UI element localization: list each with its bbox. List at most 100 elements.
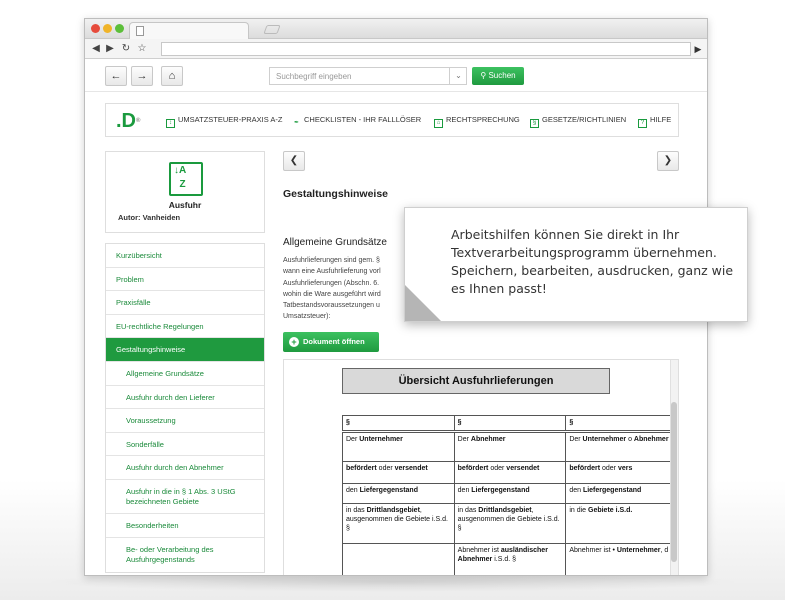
sidebar-item-eu-regelungen[interactable]: EU-rechtliche Regelungen	[106, 315, 264, 339]
preview-title: Übersicht Ausfuhrlieferungen	[342, 368, 610, 394]
sidebar-item-allgemeine-grundsaetze[interactable]: Allgemeine Grundsätze	[106, 362, 264, 386]
table-cell: Der Abnehmer	[453, 431, 567, 462]
body-line: wohin die Ware ausgeführt wird	[283, 290, 381, 298]
search-dropdown-button[interactable]: ⌄	[449, 67, 467, 85]
document-title: Ausfuhr	[168, 200, 202, 210]
sidebar-item-problem[interactable]: Problem	[106, 268, 264, 292]
sidebar-item-besonderheiten[interactable]: Besonderheiten	[106, 514, 264, 538]
page-icon	[136, 26, 144, 36]
menu-label: CHECKLISTEN - IHR FALLLÖSER	[304, 115, 422, 124]
table-row: § § §	[342, 415, 678, 433]
table-cell: Abnehmer ist • Unternehmer, d	[565, 543, 678, 575]
sidebar-item-voraussetzung[interactable]: Voraussetzung	[106, 409, 264, 433]
address-bar: ◀ ▶ ↻ ☆ ▶	[85, 39, 707, 59]
previous-page-button[interactable]: ❮	[283, 151, 305, 171]
search-input[interactable]: Suchbegriff eingeben	[269, 67, 467, 85]
brand-logo[interactable]: .D®	[116, 110, 152, 132]
info-callout: Arbeitshilfen können Sie direkt in Ihr T…	[404, 207, 748, 322]
sidebar-item-kurzuebersicht[interactable]: Kurzübersicht	[106, 244, 264, 268]
sidebar-item-ausfuhr-abnehmer[interactable]: Ausfuhr durch den Abnehmer	[106, 456, 264, 480]
table-cell: den Liefergegenstand	[565, 483, 678, 504]
body-line: Ausfuhrlieferungen sind gem. §	[283, 257, 380, 264]
sidebar-nav: Kurzübersicht Problem Praxisfälle EU-rec…	[105, 243, 265, 573]
open-document-button[interactable]: + Dokument öffnen	[283, 332, 379, 352]
document-author: Autor: Vanheiden	[118, 213, 181, 222]
table-cell: Der Unternehmer o Abnehmer	[565, 431, 678, 462]
body-line: Tatbestandsvoraussetzungen u	[283, 302, 380, 310]
preview-scrollbar[interactable]	[670, 360, 678, 575]
az-document-icon: ↓A Z	[169, 162, 203, 196]
body-line: Ausfuhrlieferungen (Abschn. 6.	[283, 279, 380, 287]
table-row: Abnehmer ist ausländischer Abnehmer i.S.…	[342, 543, 678, 575]
menu-label: RECHTSPRECHUNG	[446, 115, 520, 124]
table-cell: Der Unternehmer	[342, 431, 455, 462]
next-page-button[interactable]: ❯	[657, 151, 679, 171]
body-line: Umsatzsteuer):	[283, 313, 331, 321]
table-cell: §	[453, 415, 567, 433]
app-toolbar: ← → ⌂ Suchbegriff eingeben ⌄ ⚲ Suchen	[105, 66, 687, 90]
body-text: Ausfuhrlieferungen sind gem. § wann eine…	[283, 255, 413, 323]
arrow-right-icon: →	[136, 70, 148, 82]
search-button[interactable]: ⚲ Suchen	[472, 67, 524, 85]
menu-item-hilfe[interactable]: ? HILFE	[638, 115, 671, 128]
new-tab-icon[interactable]	[263, 25, 281, 34]
forward-button[interactable]: →	[131, 66, 153, 86]
table-cell: den Liefergegenstand	[342, 483, 455, 504]
search-button-label: Suchen	[488, 71, 516, 80]
overview-table: § § § Der Unternehmer Der Abnehmer Der Untern…	[342, 415, 678, 575]
sidebar-item-gestaltungshinweise[interactable]: Gestaltungshinweise	[106, 338, 264, 362]
sidebar-item-be-verarbeitung[interactable]: Be- oder Verarbeitung des Ausfuhrgegenst…	[106, 538, 264, 572]
menu-item-gesetze[interactable]: § GESETZE/RICHTLINIEN	[530, 115, 626, 128]
table-row: in das Drittlandsgebiet, ausgenommen die…	[342, 503, 678, 544]
document-preview[interactable]: Übersicht Ausfuhrlieferungen § § § Der Unte…	[283, 359, 679, 575]
table-cell: befördert oder vers	[565, 461, 678, 484]
sidebar-item-ausfuhr-lieferer[interactable]: Ausfuhr durch den Lieferer	[106, 386, 264, 410]
menu-item-checklisten[interactable]: ✒ CHECKLISTEN - IHR FALLLÖSER	[292, 115, 421, 129]
section-heading: Allgemeine Grundsätze	[283, 237, 387, 248]
table-cell: §	[565, 415, 678, 433]
browser-tab[interactable]	[129, 22, 249, 39]
browser-forward-icon[interactable]: ▶	[103, 42, 117, 56]
chevron-left-icon: ❮	[289, 155, 299, 166]
table-cell: Abnehmer ist ausländischer Abnehmer i.S.…	[453, 543, 567, 575]
paragraph-icon: §	[530, 119, 539, 128]
arrow-left-icon: ←	[110, 70, 122, 82]
bookmark-star-icon[interactable]: ☆	[135, 42, 149, 56]
menu-label: HILFE	[650, 115, 672, 124]
table-cell: befördert oder versendet	[342, 461, 455, 484]
table-cell: §	[342, 415, 455, 433]
sidebar-item-praxisfaelle[interactable]: Praxisfälle	[106, 291, 264, 315]
url-input[interactable]	[161, 42, 691, 56]
callout-fold	[405, 285, 441, 321]
browser-back-icon[interactable]: ◀	[89, 42, 103, 56]
plus-circle-icon: +	[289, 337, 299, 347]
sidebar-item-sonderfaelle[interactable]: Sonderfälle	[106, 433, 264, 457]
menu-item-umsatzsteuer[interactable]: ↕ UMSATZSTEUER-PRAXIS A-Z	[166, 115, 282, 128]
close-window-icon[interactable]	[91, 24, 100, 33]
sidebar-item-ausfuhr-gebiete[interactable]: Ausfuhr in die in § 1 Abs. 3 UStG bezeic…	[106, 480, 264, 514]
go-icon[interactable]: ▶	[692, 42, 704, 56]
reload-icon[interactable]: ↻	[119, 42, 133, 56]
table-cell: in das Drittlandsgebiet, ausgenommen die…	[342, 503, 455, 544]
az-icon: ↕	[166, 119, 175, 128]
menu-label: GESETZE/RICHTLINIEN	[542, 115, 627, 124]
document-card: ↓A Z Ausfuhr Autor: Vanheiden	[105, 151, 265, 233]
table-row: befördert oder versendet befördert oder v…	[342, 461, 678, 484]
maximize-window-icon[interactable]	[115, 24, 124, 33]
menu-label: UMSATZSTEUER-PRAXIS A-Z	[178, 115, 283, 124]
open-document-label: Dokument öffnen	[303, 337, 365, 346]
minimize-window-icon[interactable]	[103, 24, 112, 33]
sidebar: ↓A Z Ausfuhr Autor: Vanheiden Kurzübersi…	[105, 151, 265, 573]
divider	[85, 91, 707, 92]
table-cell: den Liefergegenstand	[453, 483, 567, 504]
table-cell: befördert oder versendet	[453, 461, 567, 484]
back-button[interactable]: ←	[105, 66, 127, 86]
menu-item-rechtsprechung[interactable]: ⌂ RECHTSPRECHUNG	[434, 115, 520, 128]
chevron-down-icon: ⌄	[455, 71, 462, 80]
browser-titlebar	[85, 19, 707, 39]
scrollbar-thumb[interactable]	[671, 402, 677, 562]
home-button[interactable]: ⌂	[161, 66, 183, 86]
table-row: den Liefergegenstand den Liefergegenstand…	[342, 483, 678, 504]
help-icon: ?	[638, 119, 647, 128]
callout-text: Arbeitshilfen können Sie direkt in Ihr T…	[451, 227, 734, 296]
